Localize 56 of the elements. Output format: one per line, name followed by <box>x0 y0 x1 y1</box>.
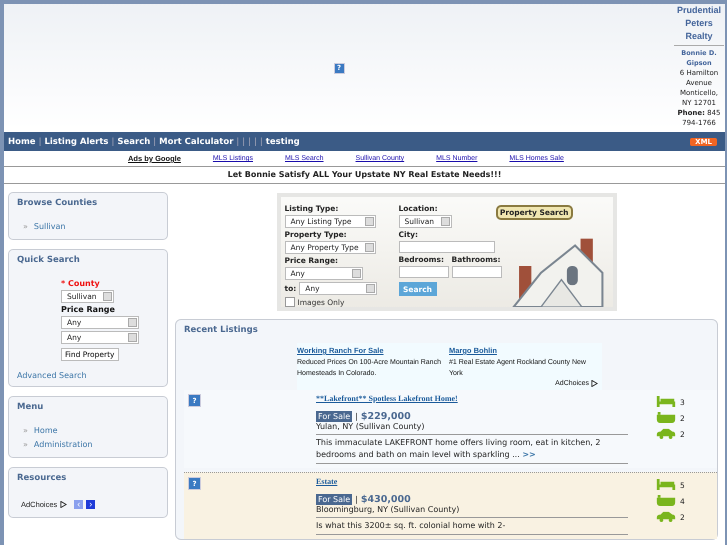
car-icon <box>656 511 676 522</box>
sidebar-link[interactable]: Administration <box>34 440 92 449</box>
nav-link[interactable]: Listing Alerts <box>44 136 108 146</box>
advanced-search-link[interactable]: Advanced Search <box>17 371 159 380</box>
separator: | <box>355 495 358 504</box>
listing-location: Yulan, NY (Sullivan County) <box>316 422 628 435</box>
bullet-icon: » <box>23 222 28 231</box>
company-name: Realty <box>684 30 714 43</box>
tagline: Let Bonnie Satisfy ALL Your Upstate NY Real Estate Needs!!! <box>4 167 725 184</box>
nav-separator: | <box>248 136 252 146</box>
status-label: For Sale <box>316 494 352 505</box>
more-link[interactable]: >> <box>522 450 536 459</box>
nav-link[interactable]: testing <box>266 136 300 146</box>
price-range-label: Price Range <box>61 305 115 314</box>
sidebar-link[interactable]: Home <box>34 426 58 435</box>
listing-title-link[interactable]: Estate <box>316 477 628 486</box>
city-input[interactable] <box>398 241 494 253</box>
listing-location: Bloomingburg, NY (Sullivan County) <box>316 505 628 518</box>
nav-link[interactable]: Home <box>8 136 36 146</box>
bedrooms-input[interactable] <box>398 266 448 278</box>
listing-description: This immaculate LAKEFRONT home offers living room, eat in kitchen, 2 bedrooms and bath on main level with sparkling ... >> <box>316 435 628 464</box>
car-icon <box>656 428 676 439</box>
bed-icon <box>656 479 676 490</box>
panel-title: Quick Search <box>17 255 81 265</box>
listing-price: $430,000 <box>360 494 411 505</box>
company-name: Peters <box>684 17 714 30</box>
bathtub-icon <box>656 495 676 506</box>
panel-title: Resources <box>17 473 68 483</box>
nav-separator: | <box>38 136 42 146</box>
bullet-icon: » <box>23 426 28 435</box>
sidebar-link[interactable]: Sullivan <box>34 222 66 231</box>
status-label: For Sale <box>316 411 352 422</box>
panel-title: Menu <box>17 402 44 412</box>
nav-link[interactable]: Search <box>117 136 150 146</box>
panel-title: Browse Counties <box>17 198 98 208</box>
nav-separator: | <box>112 136 114 146</box>
bullet-icon: » <box>23 440 28 449</box>
nav-link[interactable]: Mort Calculator <box>159 136 234 146</box>
nav-separator: | <box>153 136 156 146</box>
bathrooms-input[interactable] <box>452 266 502 278</box>
play-triangle-icon[interactable] <box>591 380 598 387</box>
nav-separator: | <box>236 136 240 146</box>
county-label: * County <box>61 279 100 288</box>
bed-icon <box>656 396 676 407</box>
nav-separator: | <box>260 136 263 146</box>
bathtub-icon <box>656 412 676 423</box>
company-name: Prudential <box>676 4 722 17</box>
images-only-checkbox[interactable] <box>284 297 294 307</box>
listing-price: $229,000 <box>360 411 411 422</box>
nav-separator: | <box>254 136 257 146</box>
separator: | <box>355 412 358 421</box>
listing-title-link[interactable]: **Lakefront** Spotless Lakefront Home! <box>316 394 628 403</box>
panel-title: Recent Listings <box>184 325 259 335</box>
nav-separator: | <box>242 136 246 146</box>
listing-description: Is what this 3200± sq. ft. colonial home with 2- <box>316 518 628 535</box>
play-triangle-icon[interactable] <box>60 500 68 508</box>
